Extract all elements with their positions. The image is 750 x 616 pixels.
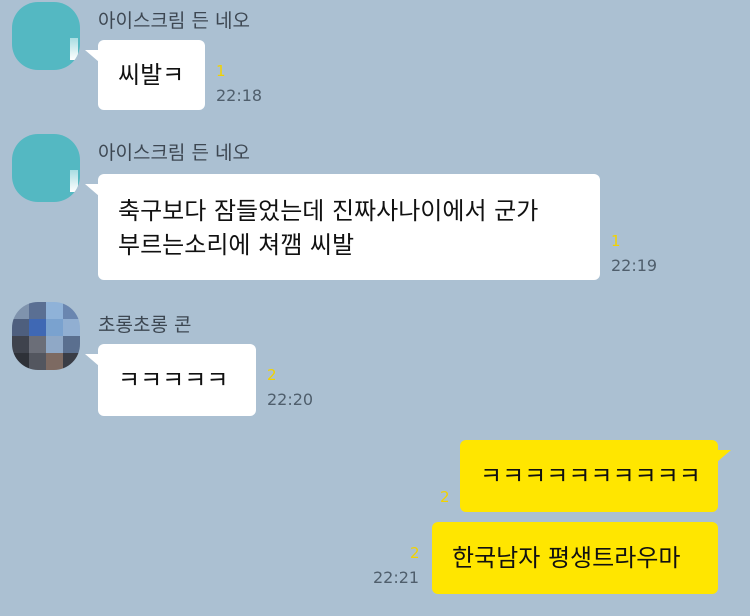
message-time: 22:21	[373, 568, 420, 587]
my-message-bubble[interactable]: ㅋㅋㅋㅋㅋㅋㅋㅋㅋㅋ	[460, 440, 731, 512]
message-text: ㅋㅋㅋㅋㅋ	[118, 366, 229, 394]
message-text-line: 축구보다 잠들었는데 진짜사나이에서 군가	[118, 197, 539, 225]
message-text: 한국남자 평생트라우마	[452, 544, 681, 572]
message-text: 씨발ㅋ	[118, 61, 185, 89]
unread-count: 1	[216, 62, 226, 80]
profile-avatar-neo[interactable]	[12, 2, 80, 70]
message-bubble[interactable]: 씨발ㅋ	[85, 40, 205, 110]
sender-name: 아이스크림 든 네오	[98, 10, 250, 32]
message-text-line: 부르는소리에 쳐깸 씨발	[118, 231, 355, 259]
message-time: 22:19	[611, 256, 658, 275]
message-bubble[interactable]: 축구보다 잠들었는데 진짜사나이에서 군가 부르는소리에 쳐깸 씨발	[85, 174, 600, 280]
profile-avatar-neo[interactable]	[12, 134, 80, 202]
message-text: ㅋㅋㅋㅋㅋㅋㅋㅋㅋㅋ	[480, 462, 701, 490]
unread-count: 2	[440, 488, 450, 506]
unread-count: 1	[611, 232, 621, 250]
sender-name: 초롱초롱 콘	[98, 314, 192, 336]
my-message-bubble[interactable]: 한국남자 평생트라우마	[432, 522, 718, 594]
message-time: 22:18	[216, 86, 263, 105]
message-time: 22:20	[267, 390, 314, 409]
message-bubble[interactable]: ㅋㅋㅋㅋㅋ	[85, 344, 256, 416]
unread-count: 2	[410, 544, 420, 562]
sender-name: 아이스크림 든 네오	[98, 142, 250, 164]
profile-avatar-con[interactable]	[12, 302, 80, 370]
unread-count: 2	[267, 366, 277, 384]
